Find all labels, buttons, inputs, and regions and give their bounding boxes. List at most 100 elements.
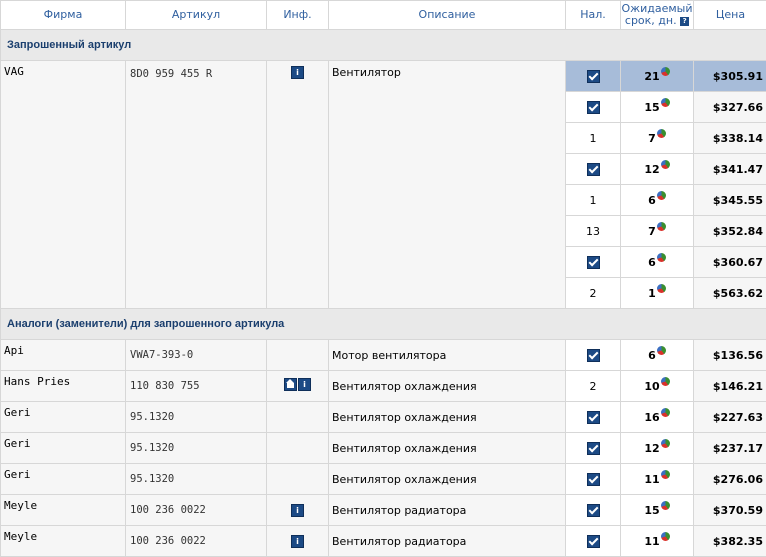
term-days: 6 [648,256,656,269]
delivery-stats-icon[interactable] [661,160,670,169]
price-value[interactable]: $305.91 [713,70,763,83]
availability-qty: 13 [586,225,600,238]
term-days: 11 [644,473,659,486]
price-value[interactable]: $136.56 [713,349,763,362]
in-stock-checkbox-icon[interactable] [587,70,600,83]
price-value[interactable]: $352.84 [713,225,763,238]
price-cell[interactable]: $136.56 [694,340,766,371]
price-cell[interactable]: $352.84 [694,216,766,247]
price-cell[interactable]: $341.47 [694,154,766,185]
price-value[interactable]: $341.47 [713,163,763,176]
price-cell[interactable]: $146.21 [694,371,766,402]
price-value[interactable]: $327.66 [713,101,763,114]
delivery-stats-icon[interactable] [661,439,670,448]
price-value[interactable]: $338.14 [713,132,763,145]
description-cell: Вентилятор [329,61,566,309]
price-value[interactable]: $276.06 [713,473,763,486]
price-cell[interactable]: $276.06 [694,464,766,495]
analog-row[interactable]: Geri95.1320Вентилятор охлаждения11$276.0… [1,464,766,495]
availability-qty: 2 [590,287,597,300]
delivery-stats-icon[interactable] [657,346,666,355]
price-cell[interactable]: $345.55 [694,185,766,216]
price-value[interactable]: $382.35 [713,535,763,548]
delivery-stats-icon[interactable] [661,408,670,417]
price-cell[interactable]: $227.63 [694,402,766,433]
term-days: 15 [644,504,659,517]
availability-cell [566,340,621,371]
in-stock-checkbox-icon[interactable] [587,442,600,455]
delivery-stats-icon[interactable] [657,129,666,138]
offer-row[interactable]: VAG8D0 959 455 RiВентилятор21$305.91 [1,61,766,92]
col-availability-header[interactable]: Нал. [566,1,621,30]
delivery-stats-icon[interactable] [661,532,670,541]
help-icon[interactable]: ? [680,17,689,26]
availability-cell [566,61,621,92]
col-description-header[interactable]: Описание [329,1,566,30]
info-icon[interactable]: i [298,378,311,391]
term-days: 7 [648,225,656,238]
term-days: 15 [644,101,659,114]
price-value[interactable]: $237.17 [713,442,763,455]
info-icon[interactable]: i [291,504,304,517]
term-cell: 15 [621,495,694,526]
in-stock-checkbox-icon[interactable] [587,411,600,424]
delivery-stats-icon[interactable] [661,377,670,386]
col-price-header[interactable]: Цена [694,1,766,30]
delivery-stats-icon[interactable] [661,501,670,510]
delivery-stats-icon[interactable] [661,98,670,107]
firm-name: VAG [4,65,24,78]
price-value[interactable]: $360.67 [713,256,763,269]
col-term-header[interactable]: Ожидаемый срок, дн. ? [621,1,694,30]
price-cell[interactable]: $360.67 [694,247,766,278]
analog-row[interactable]: Meyle100 236 0022iВентилятор радиатора15… [1,495,766,526]
table-header: Фирма Артикул Инф. Описание Нал. Ожидаем… [1,1,766,30]
col-firm-header[interactable]: Фирма [1,1,126,30]
delivery-stats-icon[interactable] [661,470,670,479]
price-cell[interactable]: $563.62 [694,278,766,309]
analog-row[interactable]: Meyle100 236 0022iВентилятор радиатора11… [1,526,766,557]
term-cell: 1 [621,278,694,309]
delivery-stats-icon[interactable] [661,67,670,76]
analog-row[interactable]: Geri95.1320Вентилятор охлаждения16$227.6… [1,402,766,433]
price-value[interactable]: $146.21 [713,380,763,393]
price-cell[interactable]: $327.66 [694,92,766,123]
analog-row[interactable]: Hans Pries110 830 755iВентилятор охлажде… [1,371,766,402]
delivery-stats-icon[interactable] [657,222,666,231]
firm-name: Geri [4,437,31,450]
price-value[interactable]: $563.62 [713,287,763,300]
firm-cell: Meyle [1,526,126,557]
photo-icon[interactable] [284,378,297,391]
availability-qty: 2 [590,380,597,393]
price-cell[interactable]: $237.17 [694,433,766,464]
in-stock-checkbox-icon[interactable] [587,163,600,176]
price-cell[interactable]: $382.35 [694,526,766,557]
article-number: 95.1320 [130,442,174,454]
price-cell[interactable]: $370.59 [694,495,766,526]
price-cell[interactable]: $338.14 [694,123,766,154]
analog-row[interactable]: ApiVWA7-393-0Мотор вентилятора6$136.56 [1,340,766,371]
in-stock-checkbox-icon[interactable] [587,504,600,517]
in-stock-checkbox-icon[interactable] [587,349,600,362]
description-cell: Вентилятор охлаждения [329,433,566,464]
delivery-stats-icon[interactable] [657,191,666,200]
price-value[interactable]: $227.63 [713,411,763,424]
availability-cell: 2 [566,371,621,402]
firm-cell: Geri [1,464,126,495]
delivery-stats-icon[interactable] [657,253,666,262]
firm-cell: Meyle [1,495,126,526]
in-stock-checkbox-icon[interactable] [587,535,600,548]
analog-row[interactable]: Geri95.1320Вентилятор охлаждения12$237.1… [1,433,766,464]
price-value[interactable]: $370.59 [713,504,763,517]
delivery-stats-icon[interactable] [657,284,666,293]
article-number: 100 236 0022 [130,504,206,516]
price-cell[interactable]: $305.91 [694,61,766,92]
availability-cell [566,464,621,495]
info-icon[interactable]: i [291,66,304,79]
col-article-header[interactable]: Артикул [126,1,267,30]
in-stock-checkbox-icon[interactable] [587,256,600,269]
article-cell: 95.1320 [126,402,267,433]
in-stock-checkbox-icon[interactable] [587,473,600,486]
price-value[interactable]: $345.55 [713,194,763,207]
info-icon[interactable]: i [291,535,304,548]
in-stock-checkbox-icon[interactable] [587,101,600,114]
